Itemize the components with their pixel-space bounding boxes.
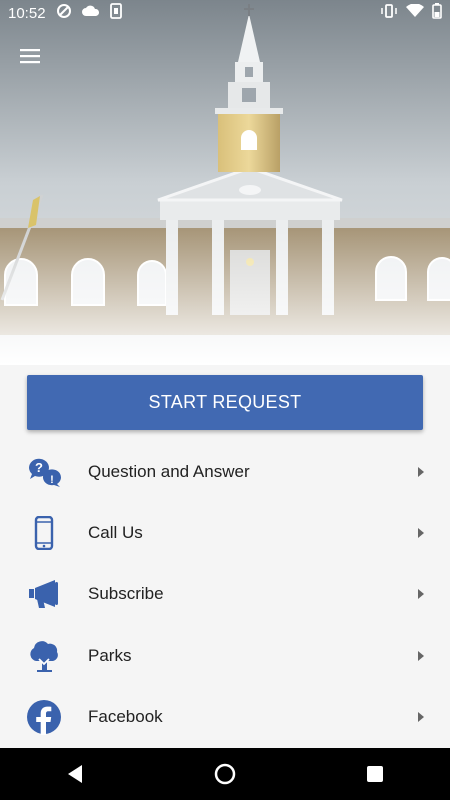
facebook-icon (25, 698, 63, 736)
menu-item-label: Call Us (88, 522, 143, 542)
recents-square-icon (367, 766, 383, 782)
chevron-right-icon (418, 711, 424, 722)
back-triangle-icon (68, 765, 82, 783)
vibrate-icon (380, 3, 398, 23)
svg-text:!: ! (50, 474, 54, 486)
svg-text:?: ? (35, 460, 43, 475)
back-button[interactable] (63, 762, 87, 786)
megaphone-icon (25, 575, 63, 613)
data-saver-icon (56, 3, 72, 23)
menu-item-label: Subscribe (88, 584, 164, 604)
menu-list: ? ! Question and Answer Call Us Subscrib… (0, 441, 450, 747)
system-navigation-bar (0, 748, 450, 800)
menu-item-parks[interactable]: Parks (0, 625, 450, 686)
home-circle-icon (214, 763, 236, 785)
menu-item-subscribe[interactable]: Subscribe (0, 564, 450, 625)
chevron-right-icon (418, 650, 424, 661)
chevron-right-icon (418, 466, 424, 477)
battery-icon (432, 3, 442, 23)
sim-icon (109, 3, 122, 23)
phone-icon (25, 514, 63, 552)
home-button[interactable] (213, 762, 237, 786)
menu-item-label: Question and Answer (88, 461, 250, 481)
recents-button[interactable] (363, 762, 387, 786)
cloud-icon (81, 4, 100, 22)
wifi-icon (406, 3, 424, 22)
menu-item-label: Facebook (88, 706, 163, 726)
menu-item-question-and-answer[interactable]: ? ! Question and Answer (0, 441, 450, 502)
menu-icon (20, 49, 40, 64)
tree-icon (25, 637, 63, 675)
hero-church-image (0, 0, 450, 365)
question-bubbles-icon: ? ! (25, 453, 63, 491)
status-bar: 10:52 (0, 0, 450, 26)
chevron-right-icon (418, 589, 424, 600)
menu-item-label: Parks (88, 645, 132, 665)
menu-item-facebook[interactable]: Facebook (0, 686, 450, 747)
menu-item-call-us[interactable]: Call Us (0, 502, 450, 563)
start-request-button[interactable]: START REQUEST (27, 375, 423, 430)
hamburger-menu-button[interactable] (18, 44, 44, 68)
status-time: 10:52 (8, 4, 46, 22)
chevron-right-icon (418, 527, 424, 538)
